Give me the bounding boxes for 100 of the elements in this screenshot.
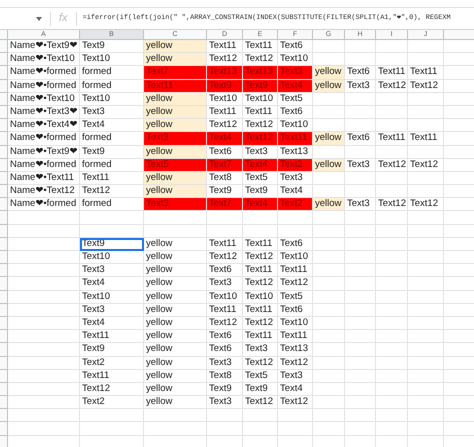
empty-cell[interactable] [313,330,345,344]
empty-cell[interactable] [345,370,376,383]
empty-cell[interactable] [376,172,408,186]
row-header[interactable] [0,330,8,344]
empty-cell[interactable] [278,211,313,225]
empty-cell[interactable] [376,106,408,120]
empty-cell[interactable] [376,92,408,106]
row-header[interactable] [0,119,8,132]
empty-cell[interactable] [408,264,444,278]
row-header[interactable] [0,409,8,422]
empty-cell[interactable] [243,224,278,238]
empty-cell[interactable] [408,316,444,330]
empty-cell[interactable] [313,251,345,264]
row-header[interactable] [0,343,8,356]
empty-cell[interactable] [313,211,345,225]
row-header[interactable] [0,66,8,80]
empty-cell[interactable] [376,343,408,356]
row-header[interactable] [0,80,8,93]
empty-cell[interactable] [345,356,376,370]
row-header[interactable] [0,40,8,54]
empty-cell[interactable] [313,304,345,317]
empty-cell[interactable] [408,106,444,120]
empty-cell[interactable] [376,185,408,198]
empty-cell[interactable] [408,370,444,383]
empty-cell[interactable] [345,251,376,264]
empty-cell[interactable] [345,343,376,356]
empty-cell[interactable] [408,185,444,198]
empty-cell[interactable] [376,264,408,278]
row-header[interactable] [0,106,8,120]
empty-cell[interactable] [376,277,408,291]
empty-cell[interactable] [313,238,345,251]
empty-cell[interactable] [207,224,243,238]
empty-cell[interactable] [408,396,444,410]
row-header[interactable] [0,224,8,238]
row-header[interactable] [0,53,8,66]
empty-cell[interactable] [144,422,207,436]
empty-cell[interactable] [376,370,408,383]
empty-cell[interactable] [345,224,376,238]
empty-cell[interactable] [345,211,376,225]
caret-icon[interactable] [36,16,42,20]
empty-cell[interactable] [376,382,408,396]
empty-cell[interactable] [376,396,408,410]
empty-cell[interactable] [408,356,444,370]
empty-cell[interactable] [345,330,376,344]
empty-cell[interactable] [313,343,345,356]
empty-cell[interactable] [376,290,408,304]
empty-cell[interactable] [376,238,408,251]
empty-cell[interactable] [408,92,444,106]
row-header[interactable] [0,158,8,172]
empty-cell[interactable] [376,119,408,132]
empty-cell[interactable] [313,172,345,186]
row-header[interactable] [0,316,8,330]
empty-cell[interactable] [345,40,376,54]
empty-cell[interactable] [408,251,444,264]
empty-cell[interactable] [408,172,444,186]
empty-cell[interactable] [313,92,345,106]
empty-cell[interactable] [376,304,408,317]
empty-cell[interactable] [345,172,376,186]
empty-cell[interactable] [207,211,243,225]
empty-cell[interactable] [313,382,345,396]
empty-cell[interactable] [313,264,345,278]
empty-cell[interactable] [345,277,376,291]
empty-cell[interactable] [408,224,444,238]
empty-cell[interactable] [144,409,207,422]
empty-cell[interactable] [313,290,345,304]
empty-cell[interactable] [345,146,376,159]
empty-cell[interactable] [408,40,444,54]
empty-cell[interactable] [408,53,444,66]
row-header[interactable] [0,396,8,410]
empty-cell[interactable] [376,422,408,436]
empty-cell[interactable] [144,211,207,225]
row-header[interactable] [0,277,8,291]
empty-cell[interactable] [408,409,444,422]
empty-cell[interactable] [313,422,345,436]
empty-cell[interactable] [278,409,313,422]
row-header[interactable] [0,264,8,278]
empty-cell[interactable] [345,185,376,198]
row-header[interactable] [0,251,8,264]
empty-cell[interactable] [313,106,345,120]
row-header[interactable] [0,436,8,447]
empty-cell[interactable] [345,264,376,278]
empty-cell[interactable] [345,316,376,330]
empty-cell[interactable] [408,238,444,251]
empty-cell[interactable] [80,422,144,436]
empty-cell[interactable] [408,119,444,132]
row-header[interactable] [0,198,8,212]
empty-cell[interactable] [243,422,278,436]
empty-cell[interactable] [345,238,376,251]
empty-cell[interactable] [243,409,278,422]
empty-cell[interactable] [345,53,376,66]
empty-cell[interactable] [408,277,444,291]
empty-cell[interactable] [408,343,444,356]
row-header[interactable] [0,92,8,106]
empty-cell[interactable] [345,106,376,120]
empty-cell[interactable] [345,396,376,410]
row-header[interactable] [0,356,8,370]
empty-cell[interactable] [376,251,408,264]
empty-cell[interactable] [376,40,408,54]
empty-cell[interactable] [408,330,444,344]
empty-cell[interactable] [376,356,408,370]
